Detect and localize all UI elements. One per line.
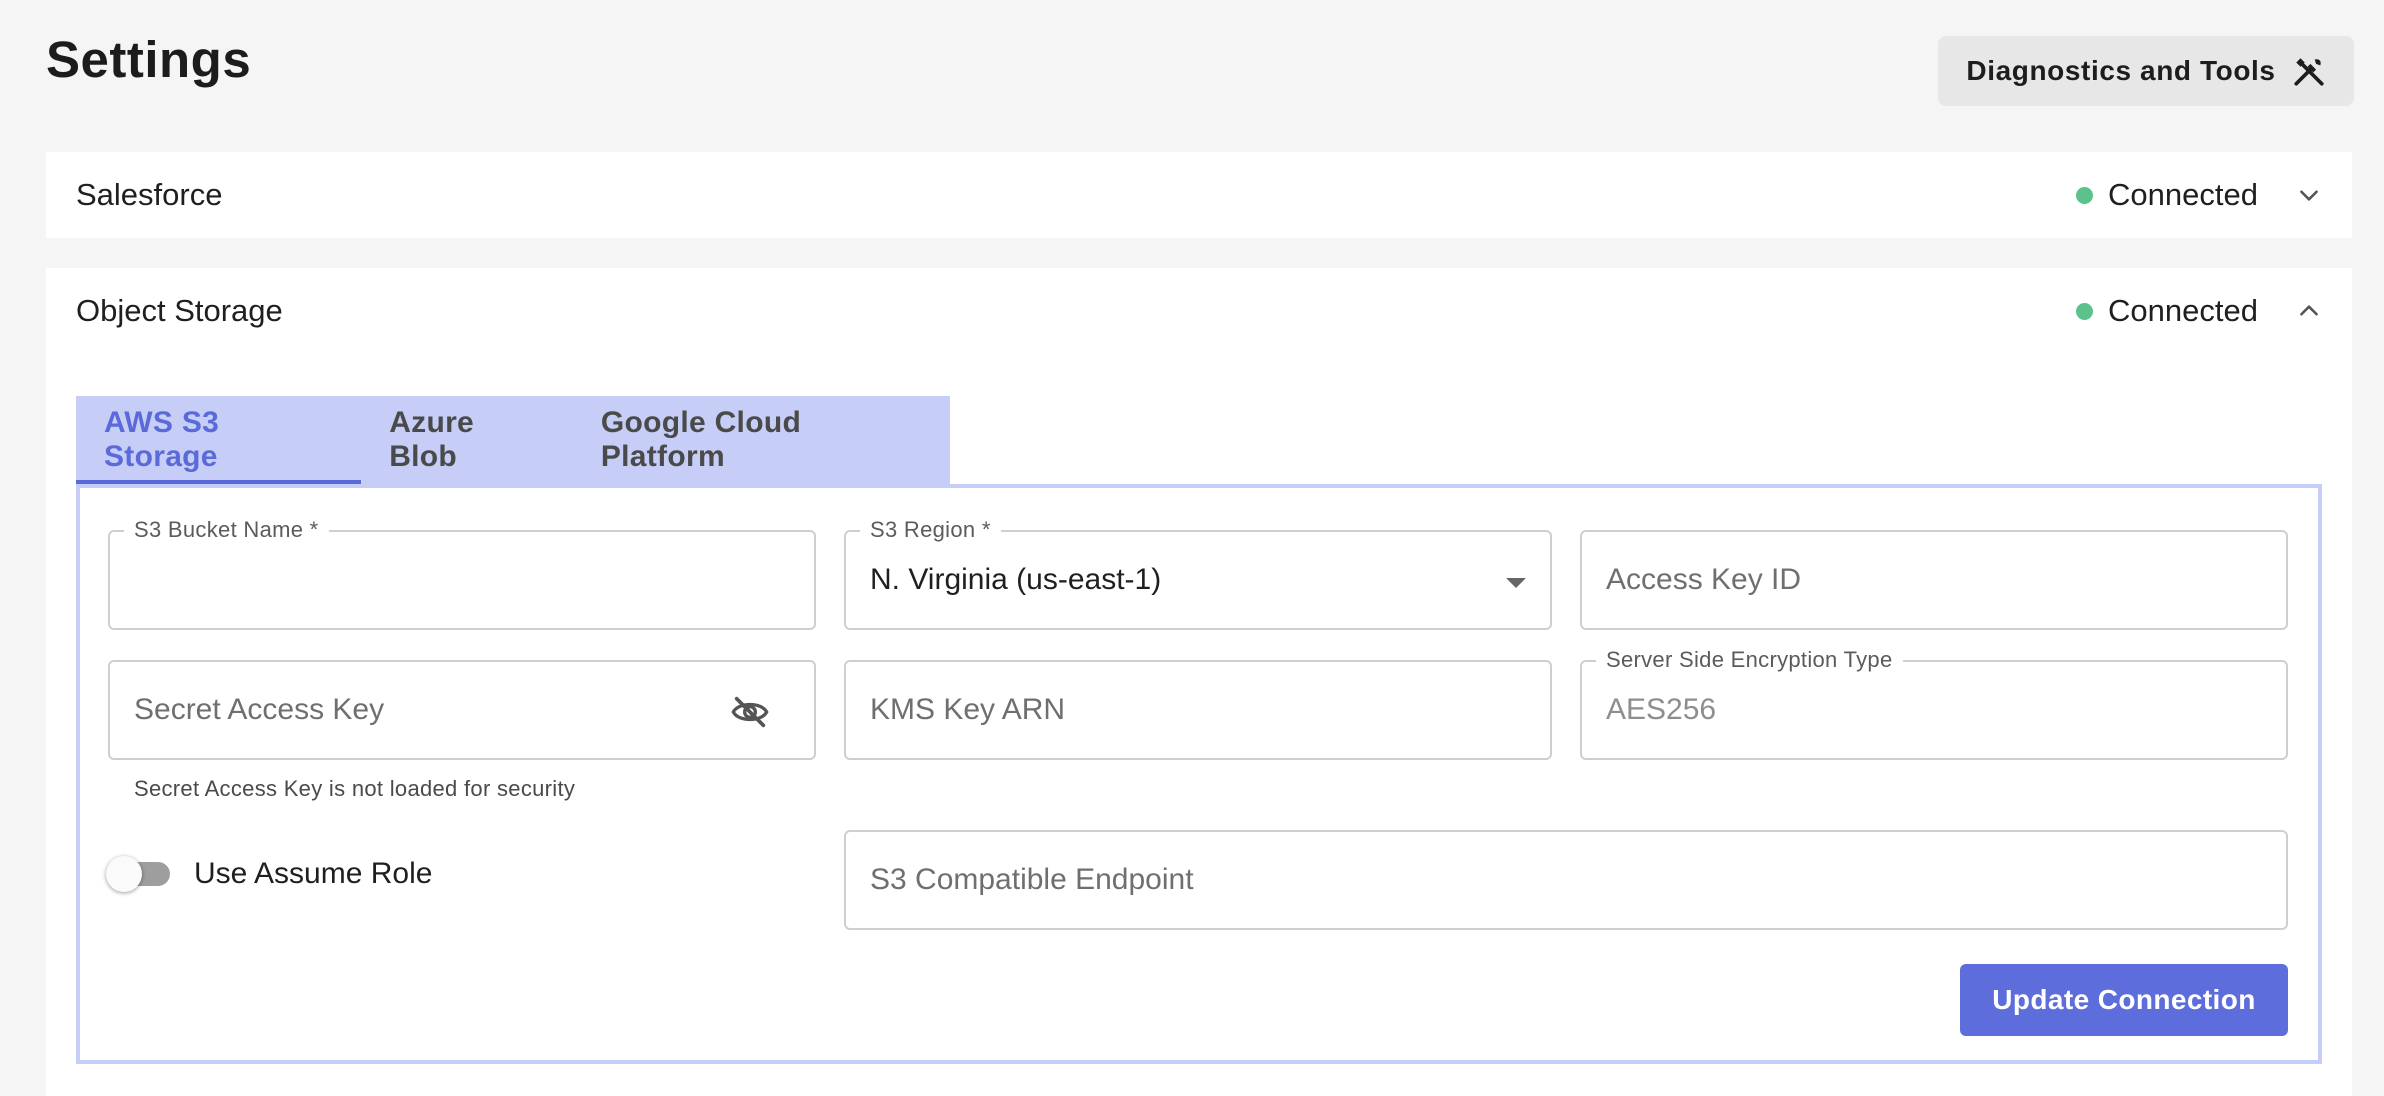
s3-region-value: N. Virginia (us-east-1): [870, 563, 1162, 596]
sse-type-label: Server Side Encryption Type: [1596, 647, 1903, 673]
access-key-id-placeholder: Access Key ID: [1606, 563, 1802, 596]
object-storage-title: Object Storage: [76, 293, 283, 328]
diagnostics-button[interactable]: Diagnostics and Tools: [1938, 36, 2354, 106]
salesforce-header[interactable]: Salesforce Connected: [76, 152, 2322, 238]
object-storage-status: Connected: [2076, 293, 2322, 329]
tab-aws-s3[interactable]: AWS S3 Storage: [76, 396, 362, 484]
kms-key-arn-field[interactable]: KMS Key ARN: [844, 660, 1552, 760]
salesforce-panel: Salesforce Connected: [46, 152, 2352, 238]
aws-s3-form: S3 Bucket Name * S3 Region * N. Virginia…: [76, 484, 2322, 1064]
secret-access-key-helper: Secret Access Key is not loaded for secu…: [134, 776, 576, 801]
status-dot-icon: [2076, 186, 2094, 204]
salesforce-title: Salesforce: [76, 177, 223, 212]
diagnostics-label: Diagnostics and Tools: [1966, 55, 2276, 86]
salesforce-status: Connected: [2076, 177, 2322, 213]
assume-role-label: Use Assume Role: [194, 857, 433, 890]
tab-google-cloud[interactable]: Google Cloud Platform: [573, 396, 950, 484]
kms-key-arn-placeholder: KMS Key ARN: [870, 693, 1066, 726]
s3-region-label: S3 Region *: [860, 517, 1001, 543]
toggle-switch[interactable]: [106, 856, 170, 892]
object-storage-status-label: Connected: [2108, 293, 2258, 328]
s3-bucket-name-field[interactable]: S3 Bucket Name *: [108, 517, 816, 630]
object-storage-panel: Object Storage Connected AWS S3 Storage …: [46, 268, 2352, 1096]
chevron-down-icon[interactable]: [2296, 182, 2322, 208]
s3-compatible-endpoint-field[interactable]: S3 Compatible Endpoint: [844, 830, 2288, 930]
s3-region-select[interactable]: S3 Region * N. Virginia (us-east-1): [844, 517, 1552, 630]
secret-access-key-field[interactable]: Secret Access Key: [108, 660, 816, 760]
assume-role-toggle[interactable]: Use Assume Role: [106, 856, 433, 892]
tab-azure-blob[interactable]: Azure Blob: [361, 396, 573, 484]
eye-off-icon[interactable]: [730, 692, 770, 732]
storage-tabs: AWS S3 Storage Azure Blob Google Cloud P…: [76, 396, 950, 484]
page-title: Settings: [46, 31, 252, 88]
sse-type-field: Server Side Encryption Type AES256: [1580, 647, 2288, 760]
secret-access-key-placeholder: Secret Access Key: [134, 693, 385, 726]
s3-compatible-endpoint-placeholder: S3 Compatible Endpoint: [870, 863, 1194, 896]
chevron-up-icon[interactable]: [2296, 298, 2322, 324]
tools-icon: [2294, 58, 2324, 86]
update-connection-button[interactable]: Update Connection: [1960, 964, 2288, 1036]
s3-bucket-name-label: S3 Bucket Name *: [124, 517, 329, 543]
access-key-id-field[interactable]: Access Key ID: [1580, 530, 2288, 630]
sse-type-value: AES256: [1606, 693, 1717, 726]
salesforce-status-label: Connected: [2108, 177, 2258, 212]
status-dot-icon: [2076, 302, 2094, 320]
object-storage-header[interactable]: Object Storage Connected: [76, 268, 2322, 354]
dropdown-caret-icon: [1506, 578, 1526, 588]
toggle-knob: [106, 856, 142, 892]
